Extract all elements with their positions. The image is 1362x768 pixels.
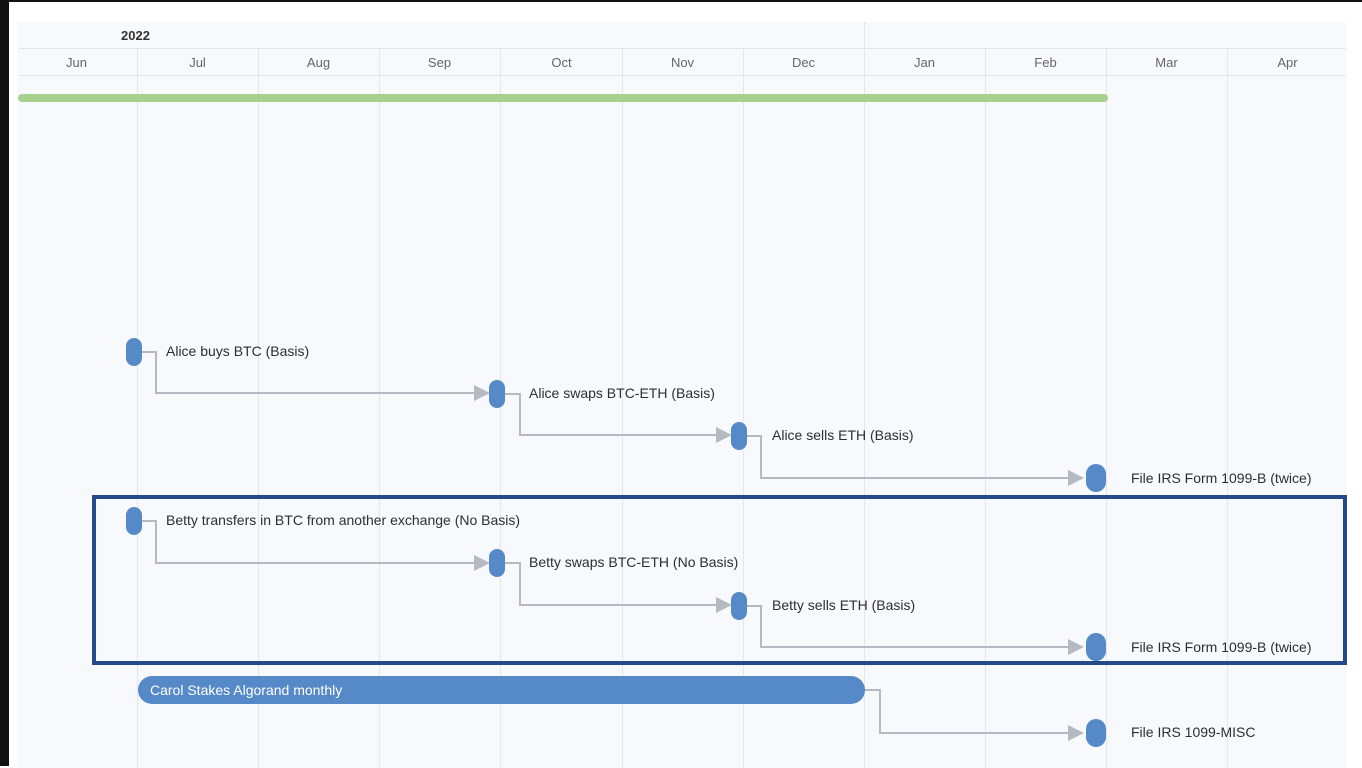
milestone-file-1099b-alice[interactable] [1086, 464, 1106, 492]
task-bar-carol-staking[interactable]: Carol Stakes Algorand monthly [138, 676, 865, 704]
task-label: File IRS 1099-MISC [1131, 724, 1256, 740]
task-label: File IRS Form 1099-B (twice) [1131, 470, 1312, 486]
milestone-alice-swaps[interactable] [489, 380, 505, 408]
task-label: Alice sells ETH (Basis) [772, 427, 914, 443]
task-bar-label: Carol Stakes Algorand monthly [150, 682, 343, 698]
milestone-alice-sells[interactable] [731, 422, 747, 450]
screenshot-frame: 2022 Jun Jul Aug Sep Oct Nov Dec Jan Feb… [0, 0, 1362, 768]
milestone-alice-buys[interactable] [126, 338, 142, 366]
dependency-link [865, 689, 1084, 741]
milestone-file-1099misc[interactable] [1086, 719, 1106, 747]
task-label: Alice buys BTC (Basis) [166, 343, 310, 359]
task-label: Alice swaps BTC-ETH (Basis) [529, 385, 715, 401]
highlight-box [92, 495, 1347, 665]
